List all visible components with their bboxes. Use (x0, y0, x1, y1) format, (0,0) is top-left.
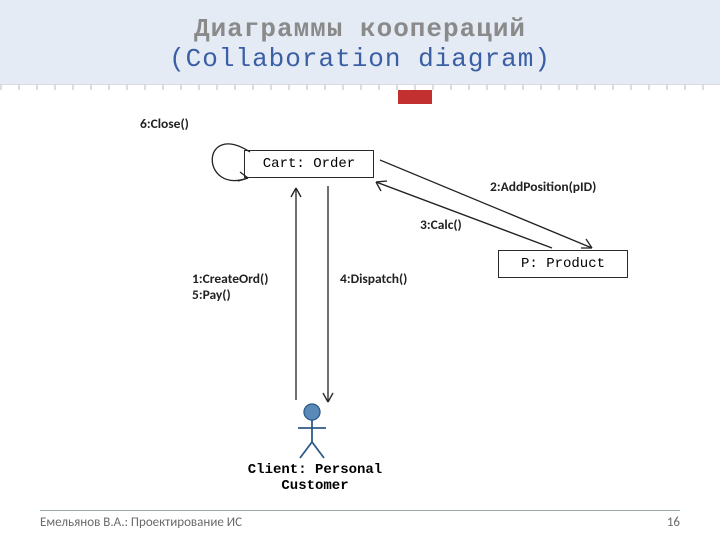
msg-5-pay: 5:Pay() (192, 286, 231, 303)
footer-author: Емельянов В.А.: Проектирование ИС (40, 515, 242, 530)
node-order: Cart: Order (244, 150, 374, 178)
msg-6-close: 6:Close() (140, 115, 189, 132)
msg-2-addposition: 2:AddPosition(pID) (490, 178, 596, 195)
title-ru: Диаграммы коопераций (0, 14, 720, 44)
msg-3-calc: 3:Calc() (420, 216, 462, 233)
msg-1-createord: 1:CreateOrd() (192, 270, 268, 287)
slide-header: Диаграммы коопераций (Collaboration diag… (0, 0, 720, 84)
actor-label: Client: Personal Customer (210, 462, 420, 494)
slide-footer: Емельянов В.А.: Проектирование ИС 16 (40, 510, 680, 530)
msg-4-dispatch: 4:Dispatch() (340, 270, 407, 287)
footer-page: 16 (667, 515, 680, 530)
title-en: (Collaboration diagram) (0, 44, 720, 74)
node-product: P: Product (498, 250, 628, 278)
diagram-stage: Cart: Order P: Product 6:Close() 1:Creat… (0, 90, 720, 500)
